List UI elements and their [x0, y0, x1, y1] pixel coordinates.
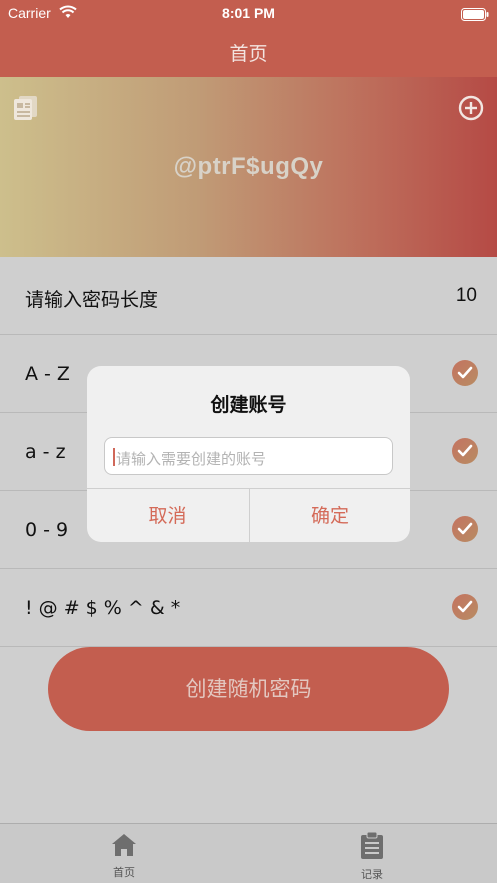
home-icon — [110, 834, 138, 862]
plus-circle-icon[interactable] — [458, 95, 484, 125]
length-label: 请输入密码长度 — [25, 289, 159, 311]
dialog-title: 创建账号 — [210, 394, 287, 416]
status-bar: Carrier 8:01 PM — [0, 0, 497, 26]
navigation-bar: 首页 — [0, 26, 497, 77]
account-input-placeholder: 请输入需要创建的账号 — [116, 450, 267, 468]
list-document-icon[interactable] — [13, 95, 39, 125]
text-cursor — [113, 448, 115, 466]
digits-label: 0 - 9 — [25, 519, 69, 541]
password-banner: @ptrF$ugQy — [0, 77, 497, 257]
tab-record-label: 记录 — [361, 868, 383, 881]
dialog-actions: 取消 确定 — [87, 488, 410, 542]
confirm-button[interactable]: 确定 — [249, 489, 410, 542]
tab-home[interactable]: 首页 — [84, 832, 164, 880]
length-value: 10 — [455, 285, 477, 306]
battery-icon — [461, 6, 489, 25]
length-row[interactable]: 请输入密码长度 10 — [0, 257, 497, 335]
tab-home-label: 首页 — [113, 866, 135, 879]
cancel-button[interactable]: 取消 — [87, 489, 248, 542]
clipboard-icon — [360, 831, 384, 864]
check-icon[interactable] — [452, 360, 478, 386]
tab-bar: 首页 记录 — [0, 823, 497, 883]
check-icon[interactable] — [452, 516, 478, 542]
symbols-label: ! @ # $ % ^ & * — [25, 597, 181, 619]
tab-record[interactable]: 记录 — [332, 831, 412, 882]
clock: 8:01 PM — [222, 5, 275, 21]
page-title: 首页 — [229, 43, 268, 65]
check-icon[interactable] — [452, 438, 478, 464]
account-input[interactable]: 请输入需要创建的账号 — [104, 437, 393, 475]
check-icon[interactable] — [452, 594, 478, 620]
create-account-dialog: 创建账号 请输入需要创建的账号 取消 确定 — [87, 366, 410, 542]
generated-password: @ptrF$ugQy — [173, 153, 324, 180]
create-random-password-button[interactable]: 创建随机密码 — [48, 647, 449, 731]
symbols-row[interactable]: ! @ # $ % ^ & * — [0, 569, 497, 647]
uppercase-label: A - Z — [25, 363, 70, 385]
lowercase-label: a - z — [25, 441, 66, 463]
